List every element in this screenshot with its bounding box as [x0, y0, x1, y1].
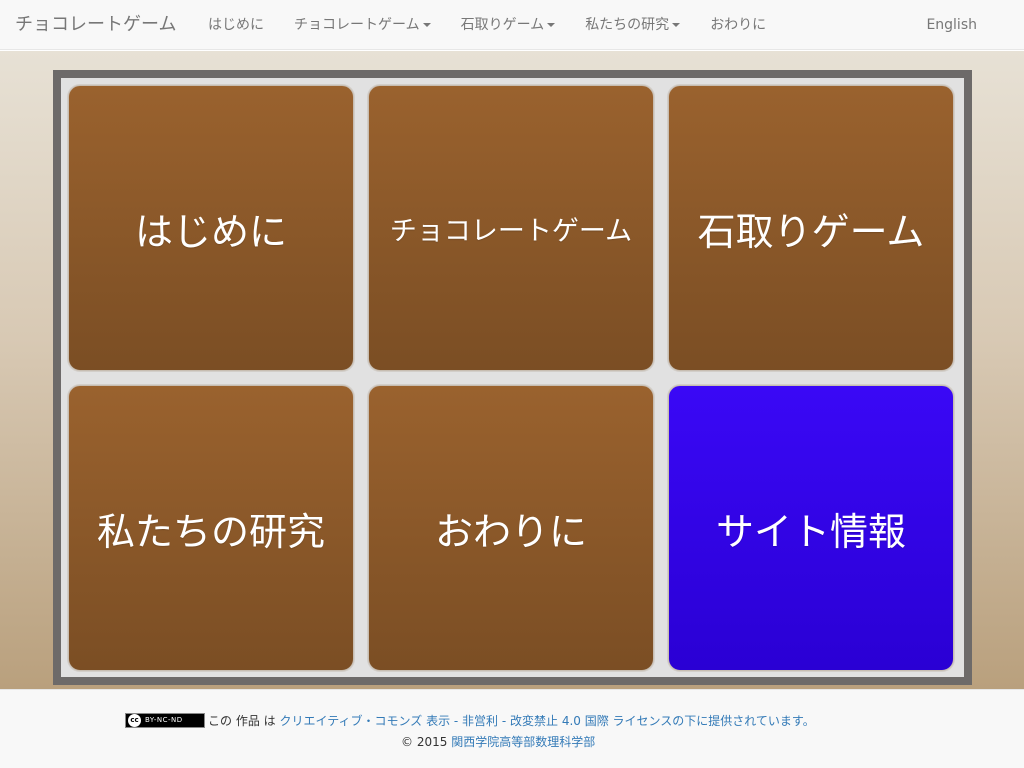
tile-label: サイト情報 [715, 509, 906, 554]
nav-item-stone-game[interactable]: 石取りゲーム [446, 0, 571, 50]
tile-label: 石取りゲーム [697, 209, 925, 254]
tile-label: 私たちの研究 [96, 509, 325, 554]
cc-badge-text: BY-NC-ND [145, 716, 183, 724]
nav-item-chocolate-game[interactable]: チョコレートゲーム [279, 0, 446, 50]
license-prefix: この 作品 は [208, 713, 276, 728]
copyright-prefix: © 2015 [401, 735, 448, 749]
nav-item-label: はじめに [208, 17, 264, 33]
nav-item-label: 石取りゲーム [460, 17, 545, 33]
license-link[interactable]: クリエイティブ・コモンズ 表示 - 非営利 - 改変禁止 4.0 国際 ライセン… [279, 712, 814, 729]
cc-icon: cc [128, 713, 141, 727]
tile-site-info[interactable]: サイト情報 [668, 385, 954, 671]
tile-label: おわりに [434, 509, 587, 554]
menu-board: はじめに チョコレートゲーム 石取りゲーム 私たちの研究 おわりに サイト情報 [53, 70, 972, 685]
nav-item-label: チョコレートゲーム [294, 17, 420, 33]
nav-item-label: 私たちの研究 [585, 17, 670, 33]
nav-item-intro[interactable]: はじめに [193, 0, 279, 50]
tile-intro[interactable]: はじめに [68, 85, 354, 371]
tile-stone-game[interactable]: 石取りゲーム [668, 85, 954, 371]
organization-link[interactable]: 関西学院高等部数理科学部 [451, 735, 595, 749]
nav-menu: はじめに チョコレートゲーム 石取りゲーム 私たちの研究 おわりに [193, 0, 781, 50]
language-switch-link[interactable]: English [926, 0, 977, 50]
copyright: © 2015 関西学院高等部数理科学部 [401, 733, 595, 750]
tile-label: チョコレートゲーム [389, 215, 633, 247]
caret-down-icon [672, 23, 681, 27]
cc-license-badge[interactable]: cc BY-NC-ND [125, 712, 205, 728]
caret-down-icon [547, 23, 556, 27]
caret-down-icon [422, 23, 431, 27]
nav-item-our-research[interactable]: 私たちの研究 [570, 0, 695, 50]
main-area: はじめに チョコレートゲーム 石取りゲーム 私たちの研究 おわりに サイト情報 [0, 51, 1024, 689]
brand-link[interactable]: チョコレートゲーム [15, 0, 176, 50]
tile-conclusion[interactable]: おわりに [368, 385, 654, 671]
tile-our-research[interactable]: 私たちの研究 [68, 385, 354, 671]
nav-item-label: おわりに [710, 17, 767, 33]
tile-chocolate-game[interactable]: チョコレートゲーム [368, 85, 654, 371]
tile-label: はじめに [134, 209, 287, 254]
navbar: チョコレートゲーム はじめに チョコレートゲーム 石取りゲーム 私たちの研究 お… [0, 0, 1024, 50]
nav-item-conclusion[interactable]: おわりに [695, 0, 781, 50]
footer: cc BY-NC-ND この 作品 は クリエイティブ・コモンズ 表示 - 非営… [0, 689, 1024, 768]
license-line: cc BY-NC-ND この 作品 は クリエイティブ・コモンズ 表示 - 非営… [125, 712, 815, 728]
